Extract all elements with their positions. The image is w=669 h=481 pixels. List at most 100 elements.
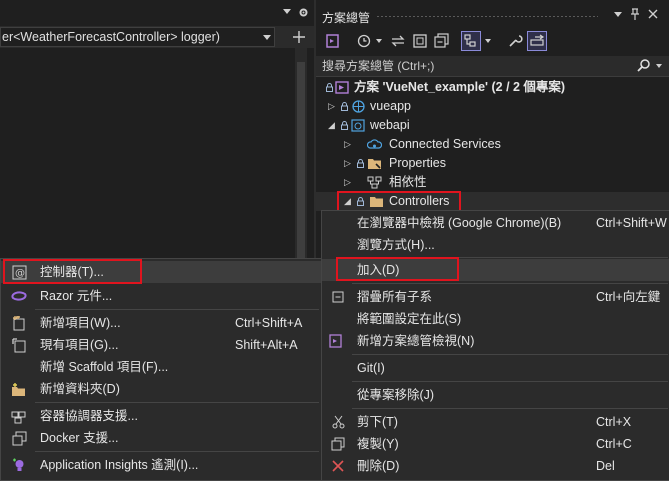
- preview-selected-items-icon[interactable]: [527, 31, 547, 51]
- lock-icon: [357, 159, 364, 168]
- menu-item-label: Git(I): [357, 361, 385, 375]
- sync-icon[interactable]: [388, 31, 408, 51]
- menu-item-label: 在瀏覽器中檢視 (Google Chrome)(B): [357, 216, 562, 230]
- expand-caret-icon[interactable]: ▷: [328, 97, 338, 116]
- properties-folder-icon: [367, 156, 383, 171]
- collapse-all-icon[interactable]: [432, 31, 452, 51]
- menu-item-new-item[interactable]: 新增項目(W)... Ctrl+Shift+A: [1, 312, 321, 334]
- solution-search-box[interactable]: [316, 56, 669, 77]
- expand-caret-icon[interactable]: ▷: [344, 154, 354, 173]
- highlight-box: [337, 191, 461, 212]
- highlight-box: [336, 257, 459, 281]
- menu-item-new-explorer-view[interactable]: 新增方案總管檢視(N): [322, 330, 669, 352]
- web-project-icon: [351, 118, 366, 133]
- menu-item-existing-item[interactable]: 現有項目(G)... Shift+Alt+A: [1, 334, 321, 356]
- lock-icon: [326, 83, 333, 92]
- tree-item-dependencies[interactable]: ▷ 相依性: [316, 173, 669, 192]
- pin-icon[interactable]: [630, 8, 640, 21]
- chevron-down-icon: [263, 35, 271, 40]
- menu-item-view-in-browser[interactable]: 在瀏覽器中檢視 (Google Chrome)(B) Ctrl+Shift+W: [322, 212, 669, 234]
- tree-item-properties[interactable]: ▷ Properties: [316, 154, 669, 173]
- menu-item-collapse-all[interactable]: 摺疊所有子系 Ctrl+向左鍵: [322, 286, 669, 308]
- menu-item-scope-to-this[interactable]: 將範圍設定在此(S): [322, 308, 669, 330]
- menu-item-label: Razor 元件...: [40, 289, 113, 303]
- settings-gear-icon[interactable]: [298, 7, 309, 18]
- cloud-service-icon: [367, 137, 382, 152]
- editor-tab-bar: [0, 0, 314, 27]
- vs-solution-icon[interactable]: [323, 31, 343, 51]
- menu-item-label: 現有項目(G)...: [40, 338, 119, 352]
- menu-item-docker-support[interactable]: Docker 支援...: [1, 427, 321, 449]
- tree-item-vueapp[interactable]: ▷ vueapp: [316, 97, 669, 116]
- web-project-icon: [351, 99, 366, 114]
- lock-icon: [341, 102, 348, 111]
- menu-item-label: 刪除(D): [357, 459, 400, 473]
- expand-caret-icon[interactable]: ▷: [344, 135, 354, 154]
- chevron-down-icon[interactable]: [656, 64, 662, 68]
- tree-item-connected-services[interactable]: ▷ Connected Services: [316, 135, 669, 154]
- delete-x-icon: [330, 458, 346, 474]
- menu-item-shortcut: Ctrl+C: [596, 437, 632, 451]
- member-dropdown[interactable]: er<WeatherForecastController> logger): [0, 27, 275, 47]
- editor-scrollbar-thumb[interactable]: [297, 62, 305, 262]
- pending-changes-icon[interactable]: [410, 31, 430, 51]
- tree-item-label: 相依性: [389, 175, 427, 189]
- split-editor-icon[interactable]: [293, 31, 305, 43]
- tree-item-solution[interactable]: 方案 'VueNet_example' (2 / 2 個專案): [316, 78, 669, 97]
- menu-item-remove-from-project[interactable]: 從專案移除(J): [322, 384, 669, 406]
- menu-item-label: Docker 支援...: [40, 431, 119, 445]
- properties-wrench-icon[interactable]: [505, 31, 525, 51]
- menu-item-shortcut: Del: [596, 459, 615, 473]
- tree-item-label: vueapp: [370, 99, 412, 113]
- menu-item-container-orchestrator[interactable]: 容器協調器支援...: [1, 405, 321, 427]
- tree-item-label: 方案 'VueNet_example' (2 / 2 個專案): [354, 80, 566, 94]
- chevron-down-icon[interactable]: [376, 39, 382, 43]
- new-view-icon: [328, 333, 344, 349]
- show-all-files-icon[interactable]: [461, 31, 481, 51]
- menu-item-shortcut: Ctrl+Shift+A: [235, 316, 303, 330]
- context-menu: 在瀏覽器中檢視 (Google Chrome)(B) Ctrl+Shift+W …: [321, 210, 669, 481]
- menu-separator: [35, 451, 319, 452]
- member-dropdown-value: er<WeatherForecastController> logger): [2, 30, 220, 44]
- tree-item-label: webapi: [370, 118, 410, 132]
- menu-item-copy[interactable]: 複製(Y) Ctrl+C: [322, 433, 669, 455]
- panel-title: 方案總管: [322, 11, 371, 25]
- menu-item-new-folder[interactable]: 新增資料夾(D): [1, 378, 321, 400]
- solution-search-input[interactable]: [322, 58, 622, 74]
- menu-separator: [35, 309, 319, 310]
- dropdown-arrow-icon[interactable]: [283, 9, 291, 15]
- search-icon: [637, 59, 650, 72]
- menu-item-git[interactable]: Git(I): [322, 357, 669, 379]
- insights-bulb-icon: [11, 457, 27, 473]
- close-icon[interactable]: [648, 9, 658, 19]
- menu-separator: [352, 354, 668, 355]
- copy-icon: [330, 436, 346, 452]
- menu-item-application-insights[interactable]: Application Insights 遙測(I)...: [1, 454, 321, 476]
- expand-caret-icon[interactable]: ▷: [344, 173, 354, 192]
- menu-separator: [352, 283, 668, 284]
- menu-item-label: 容器協調器支援...: [40, 409, 138, 423]
- menu-item-new-scaffold[interactable]: 新增 Scaffold 項目(F)...: [1, 356, 321, 378]
- dependencies-icon: [367, 175, 382, 190]
- solution-icon: [335, 80, 350, 95]
- menu-item-label: 新增方案總管檢視(N): [357, 334, 475, 348]
- window-options-icon[interactable]: [614, 12, 622, 18]
- menu-item-label: 複製(Y): [357, 437, 399, 451]
- tree-item-webapi[interactable]: ◢ webapi: [316, 116, 669, 135]
- history-icon[interactable]: [354, 31, 374, 51]
- menu-item-cut[interactable]: 剪下(T) Ctrl+X: [322, 411, 669, 433]
- docker-icon: [11, 430, 27, 446]
- menu-item-shortcut: Ctrl+向左鍵: [596, 290, 661, 304]
- menu-item-label: 新增資料夾(D): [40, 382, 120, 396]
- menu-item-browse-with[interactable]: 瀏覽方式(H)...: [322, 234, 669, 256]
- menu-item-label: 摺疊所有子系: [357, 290, 433, 304]
- tree-item-label: Connected Services: [389, 137, 501, 151]
- collapse-icon: [330, 289, 346, 305]
- menu-item-label: Application Insights 遙測(I)...: [40, 458, 199, 472]
- highlight-box: [3, 259, 142, 284]
- existing-item-icon: [11, 337, 27, 353]
- collapse-caret-icon[interactable]: ◢: [328, 116, 338, 135]
- menu-item-razor-component[interactable]: Razor 元件...: [1, 285, 321, 307]
- menu-item-delete[interactable]: 刪除(D) Del: [322, 455, 669, 477]
- chevron-down-icon[interactable]: [485, 39, 491, 43]
